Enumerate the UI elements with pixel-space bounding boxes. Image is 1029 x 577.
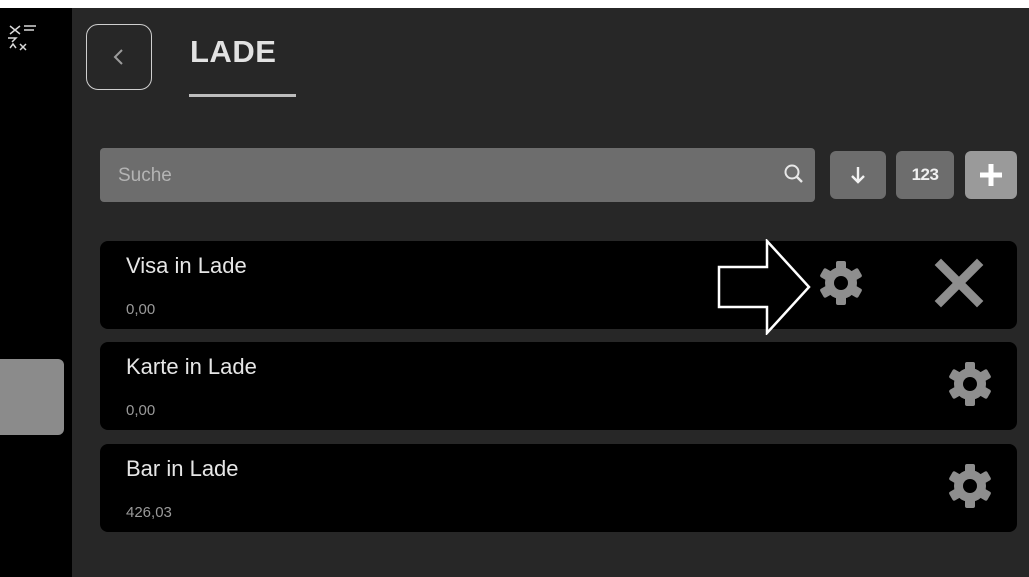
side-panel-tab[interactable]	[0, 359, 64, 435]
page-title: LADE	[190, 34, 277, 69]
item-name: Bar in Lade	[126, 456, 239, 481]
gear-icon[interactable]	[946, 462, 994, 510]
numeric-mode-button[interactable]: 123	[896, 151, 954, 199]
add-button[interactable]	[965, 151, 1017, 199]
search-placeholder: Suche	[118, 165, 172, 186]
pointer-arrow-icon	[717, 239, 811, 335]
sort-button[interactable]	[830, 151, 886, 199]
chevron-left-icon	[113, 49, 123, 65]
back-button[interactable]	[86, 24, 152, 90]
item-name: Karte in Lade	[126, 354, 257, 379]
close-icon[interactable]	[933, 257, 985, 309]
item-value: 426,03	[126, 504, 172, 521]
title-underline	[189, 94, 296, 97]
item-value: 0,00	[126, 402, 156, 419]
app-logo-icon	[8, 25, 36, 51]
list-item[interactable]: Visa in Lade 0,00	[100, 241, 1017, 329]
main-panel: LADE Suche 123 Visa in Lade 0,00 Karte i…	[72, 8, 1029, 577]
list-item[interactable]: Bar in Lade 426,03	[100, 444, 1017, 532]
app-frame: LADE Suche 123 Visa in Lade 0,00 Karte i…	[0, 8, 1029, 577]
list-item[interactable]: Karte in Lade 0,00	[100, 342, 1017, 430]
gear-icon[interactable]	[817, 259, 865, 307]
item-name: Visa in Lade	[126, 253, 247, 278]
search-icon[interactable]	[783, 163, 805, 185]
plus-icon	[980, 164, 1002, 186]
item-value: 0,00	[126, 301, 156, 318]
gear-icon[interactable]	[946, 360, 994, 408]
search-input[interactable]: Suche	[100, 148, 815, 202]
side-rail	[0, 8, 72, 577]
arrow-down-icon	[851, 167, 865, 184]
